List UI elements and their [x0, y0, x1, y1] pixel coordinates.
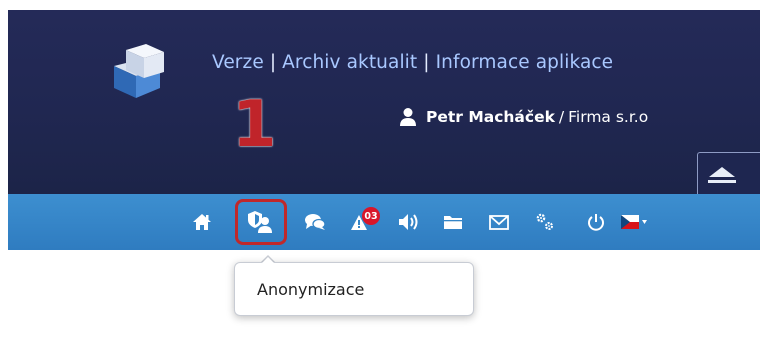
user-info: Petr Macháček / Firma s.r.o [399, 107, 648, 126]
settings-icon [536, 213, 553, 230]
flag-cz-icon [621, 215, 647, 229]
user-icon [400, 108, 416, 126]
company-name[interactable]: Firma s.r.o [568, 108, 648, 126]
mail-icon [489, 214, 509, 230]
alerts-button[interactable]: 03 [348, 194, 388, 250]
collapse-header-button[interactable] [697, 152, 760, 195]
link-separator: | [423, 52, 430, 73]
alerts-badge: 03 [362, 207, 380, 225]
highlight-box [235, 199, 287, 245]
header-links: Verze | Archiv aktualit | Informace aplikace [212, 52, 613, 73]
app-frame: Verze | Archiv aktualit | Informace aplikace… [0, 0, 760, 340]
tooltip-text: Anonymizace [257, 280, 365, 299]
user-separator: / [558, 107, 565, 126]
version-link[interactable]: Verze [212, 52, 264, 73]
collapse-bar [708, 180, 736, 183]
tooltip: Anonymizace [234, 262, 474, 316]
user-name[interactable]: Petr Macháček [426, 108, 555, 126]
settings-button[interactable] [528, 194, 562, 250]
mail-button[interactable] [484, 194, 514, 250]
link-separator: | [269, 52, 277, 73]
power-icon [588, 214, 604, 231]
home-icon [193, 214, 211, 230]
app-logo-icon [114, 44, 164, 98]
collapse-up-icon [709, 167, 735, 177]
speaker-icon [399, 214, 418, 230]
chat-icon [305, 214, 326, 230]
chat-button[interactable] [300, 194, 330, 250]
folder-button[interactable] [438, 194, 468, 250]
archive-link[interactable]: Archiv aktualit [282, 52, 417, 73]
language-button[interactable] [614, 194, 654, 250]
power-button[interactable] [582, 194, 610, 250]
speaker-button[interactable] [394, 194, 424, 250]
app-info-link[interactable]: Informace aplikace [436, 52, 614, 73]
folder-icon [444, 216, 462, 229]
main-toolbar: 03 [8, 194, 760, 250]
header: Verze | Archiv aktualit | Informace aplikace… [8, 10, 760, 195]
home-button[interactable] [188, 194, 216, 250]
tooltip-arrow-fill [261, 257, 275, 264]
step-number: 1 [232, 88, 277, 162]
